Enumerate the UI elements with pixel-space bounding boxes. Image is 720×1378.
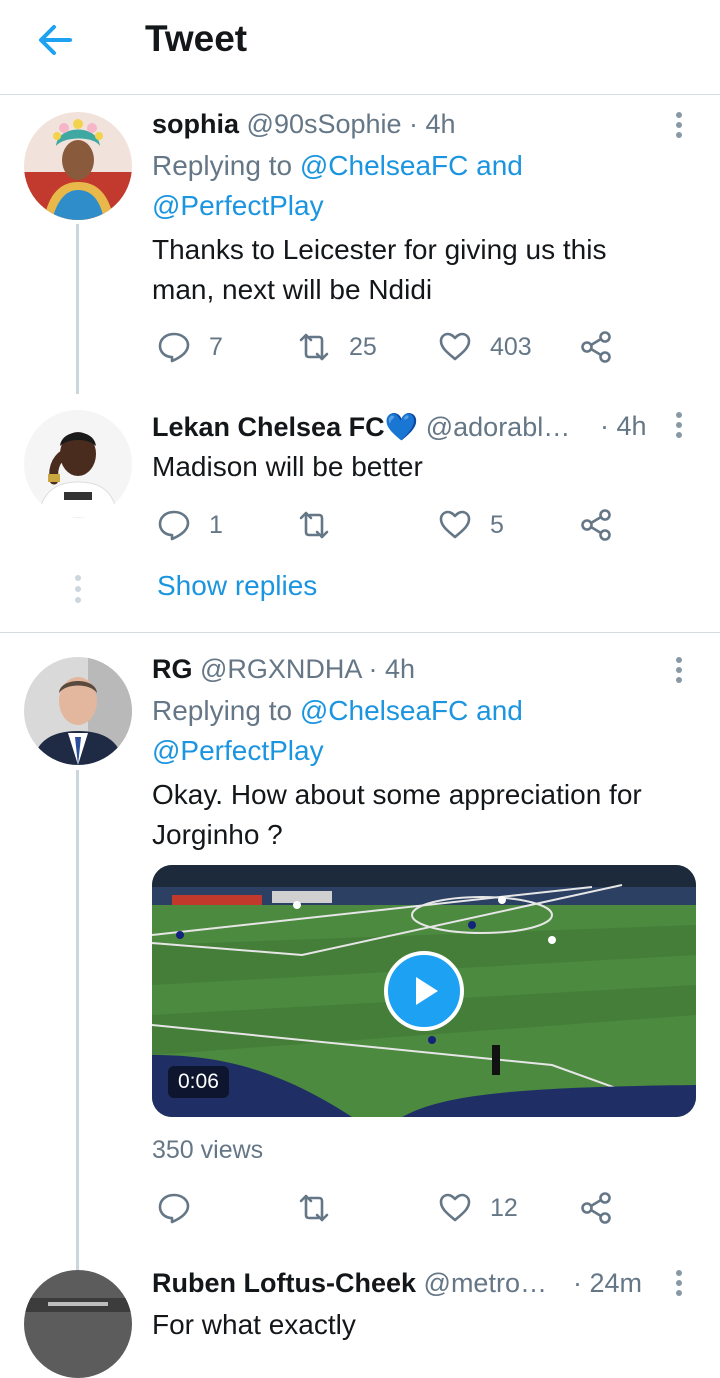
more-vertical-icon[interactable]	[669, 657, 689, 687]
video-player[interactable]: 0:06	[152, 865, 696, 1117]
reply-icon	[158, 1193, 190, 1224]
retweet-button[interactable]: 25	[297, 330, 377, 364]
timestamp: · 4h	[600, 411, 647, 441]
retweet-button[interactable]	[297, 508, 331, 542]
avatar[interactable]	[24, 1270, 132, 1378]
retweet-count: 25	[349, 332, 377, 361]
share-icon	[581, 1192, 611, 1224]
handle-and-time: @RGXNDHA · 4h	[200, 654, 415, 684]
share-button[interactable]	[579, 1191, 613, 1225]
like-icon	[439, 1193, 471, 1222]
reply-icon	[158, 332, 190, 363]
reply-button[interactable]: 1	[157, 508, 223, 542]
play-button[interactable]	[384, 951, 464, 1031]
tweet-header: Lekan Chelsea FC💙 @adorabl…	[152, 411, 570, 443]
handle: @adorabl…	[425, 412, 571, 442]
more-vertical-icon[interactable]	[669, 412, 689, 442]
mention-link[interactable]: @PerfectPlay	[152, 735, 324, 766]
tweet-text-line: Thanks to Leicester for giving us this	[152, 234, 607, 265]
mention-link[interactable]: @ChelseaFC and	[300, 150, 523, 181]
video-duration: 0:06	[168, 1066, 229, 1098]
tweet-text-line: man, next will be Ndidi	[152, 274, 433, 305]
avatar[interactable]	[24, 410, 132, 518]
blue-heart-emoji: 💙	[384, 412, 419, 442]
display-name[interactable]: Lekan Chelsea FC	[152, 412, 385, 442]
share-button[interactable]	[579, 330, 613, 364]
more-vertical-icon[interactable]	[669, 1270, 689, 1300]
like-count: 12	[490, 1193, 518, 1222]
like-button[interactable]: 5	[438, 508, 504, 542]
tweet-text-line: Madison will be better	[152, 451, 423, 482]
tweet-header: Ruben Loftus-Cheek @metro…	[152, 1268, 547, 1299]
share-button[interactable]	[579, 508, 613, 542]
thread-connector	[76, 224, 79, 394]
replying-to-label: Replying to	[152, 150, 293, 181]
reply-icon	[158, 510, 190, 541]
timestamp: · 24m	[573, 1268, 643, 1298]
more-vertical-icon[interactable]	[669, 112, 689, 142]
tweet-time: · 4h	[600, 411, 647, 442]
like-button[interactable]: 403	[438, 330, 532, 364]
mention-link[interactable]: @ChelseaFC and	[300, 695, 523, 726]
tweet-header: sophia @90sSophie · 4h	[152, 109, 456, 140]
reply-count: 7	[209, 332, 223, 361]
share-icon	[581, 331, 611, 363]
show-replies-link[interactable]: Show replies	[157, 570, 317, 602]
like-icon	[439, 332, 471, 361]
mention-link[interactable]: @PerfectPlay	[152, 190, 324, 221]
handle-and-time: @90sSophie · 4h	[246, 109, 456, 139]
tweet-time: · 24m	[573, 1268, 642, 1299]
like-count: 5	[490, 510, 504, 539]
tweet-text: Thanks to Leicester for giving us this m…	[152, 230, 692, 310]
tweet-text-line: For what exactly	[152, 1309, 356, 1340]
display-name[interactable]: sophia	[152, 109, 239, 139]
reply-button[interactable]: 7	[157, 330, 223, 364]
retweet-icon	[299, 333, 329, 361]
tweet-text-line: Jorginho ?	[152, 819, 283, 850]
replying-to: Replying to @ChelseaFC and @PerfectPlay	[152, 691, 672, 771]
like-count: 403	[490, 332, 532, 361]
retweet-icon	[299, 1194, 329, 1222]
share-icon	[581, 509, 611, 541]
view-count: 350 views	[152, 1136, 264, 1164]
replying-to-label: Replying to	[152, 695, 293, 726]
reply-count: 1	[209, 510, 223, 539]
like-button[interactable]: 12	[438, 1191, 518, 1225]
top-bar: Tweet	[0, 0, 720, 95]
avatar[interactable]	[24, 657, 132, 765]
retweet-icon	[299, 511, 329, 539]
reply-button[interactable]	[157, 1191, 191, 1225]
thread-connector	[76, 770, 79, 1270]
display-name[interactable]: RG	[152, 654, 193, 684]
tweet-text: Okay. How about some appreciation for Jo…	[152, 775, 692, 855]
display-name[interactable]: Ruben Loftus-Cheek	[152, 1268, 416, 1298]
play-icon	[416, 977, 438, 1005]
back-arrow-icon[interactable]	[34, 20, 78, 60]
divider	[0, 632, 720, 633]
retweet-button[interactable]	[297, 1191, 331, 1225]
handle: @metro…	[423, 1268, 547, 1298]
avatar[interactable]	[24, 112, 132, 220]
more-replies-indicator	[75, 575, 81, 608]
replying-to: Replying to @ChelseaFC and @PerfectPlay	[152, 146, 672, 226]
like-icon	[439, 510, 471, 539]
tweet-text: For what exactly	[152, 1305, 692, 1345]
tweet-header: RG @RGXNDHA · 4h	[152, 654, 415, 685]
tweet-text-line: Okay. How about some appreciation for	[152, 779, 642, 810]
tweet-text: Madison will be better	[152, 447, 692, 487]
page-title: Tweet	[145, 18, 248, 59]
